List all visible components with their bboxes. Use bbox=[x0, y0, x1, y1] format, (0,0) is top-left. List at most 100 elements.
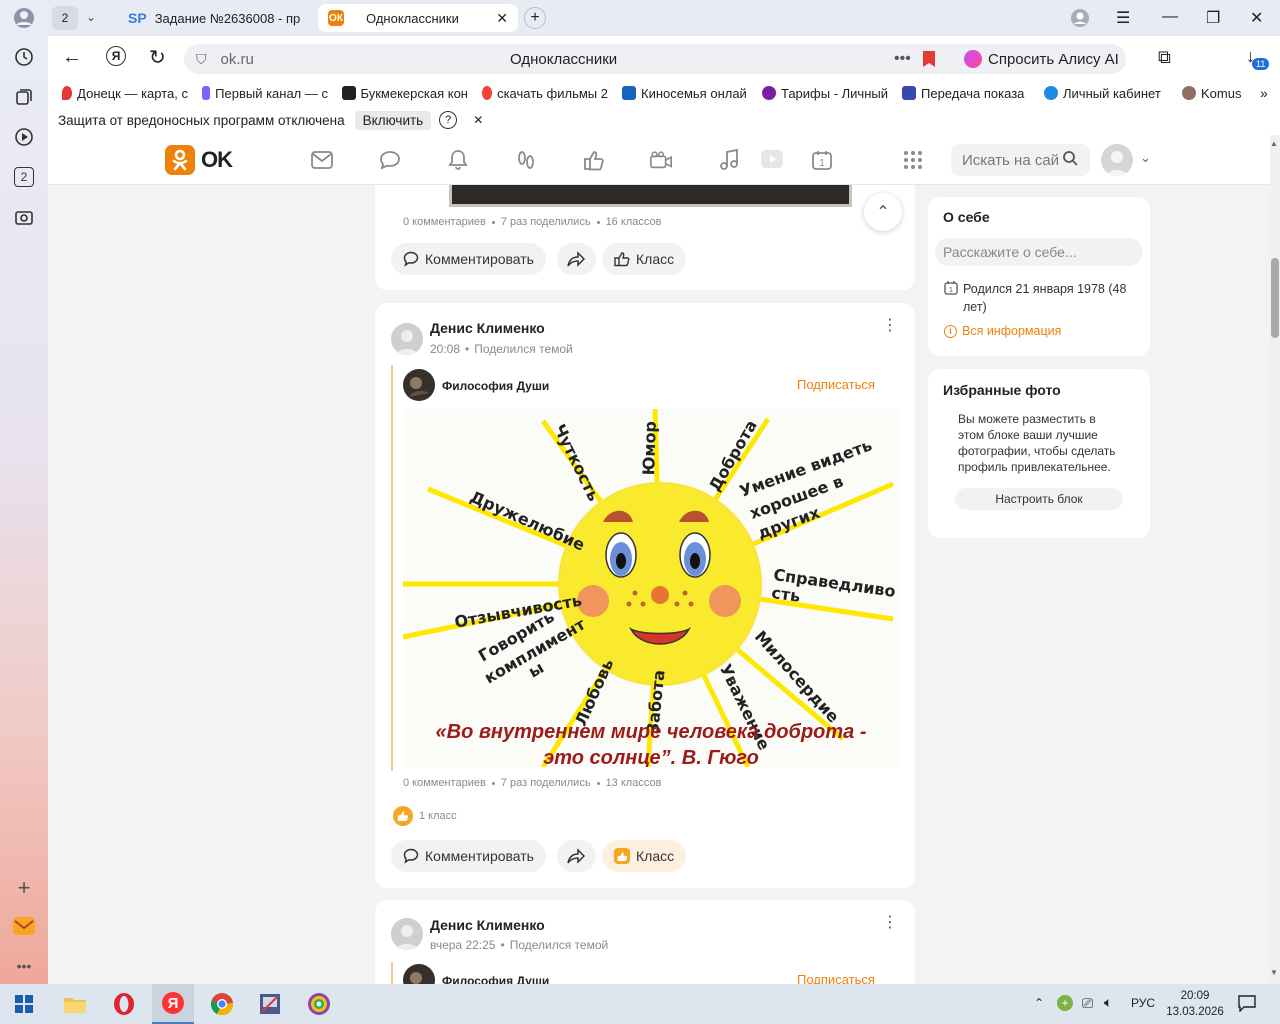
history-icon[interactable] bbox=[12, 45, 36, 69]
chat-icon[interactable] bbox=[378, 148, 402, 172]
post-menu-icon[interactable]: ⋮ bbox=[882, 318, 898, 334]
tab-zadanie[interactable]: SP Задание №2636008 - про bbox=[118, 4, 310, 32]
restore-icon[interactable]: ❐ bbox=[1206, 8, 1220, 28]
tabs-dropdown-icon[interactable]: ⌄ bbox=[86, 10, 96, 24]
account-icon[interactable] bbox=[1070, 8, 1090, 33]
share-indicator bbox=[391, 962, 393, 984]
scroll-up-button[interactable]: ⌃ bbox=[864, 193, 902, 231]
bookmark-item[interactable]: Личный кабинет bbox=[1044, 86, 1168, 101]
bookmark-item[interactable]: Тарифы - Личный bbox=[762, 86, 888, 101]
bookmark-item[interactable]: Киносемья онлай bbox=[622, 86, 748, 101]
bell-icon[interactable] bbox=[446, 148, 470, 172]
scrollbar-thumb[interactable] bbox=[1271, 258, 1279, 338]
author-name[interactable]: Денис Клименко bbox=[430, 917, 545, 933]
mail-app-icon[interactable] bbox=[12, 914, 36, 938]
tab-odnoklassniki[interactable]: ОК Одноклассники ✕ bbox=[318, 4, 518, 32]
tray-expand-icon[interactable]: ⌃ bbox=[1034, 996, 1044, 1010]
likes-summary[interactable]: 1 класс bbox=[393, 806, 457, 826]
group-name[interactable]: Философия Души bbox=[442, 379, 549, 393]
group-avatar[interactable] bbox=[403, 369, 435, 401]
minimize-icon[interactable]: — bbox=[1162, 8, 1178, 26]
author-avatar[interactable] bbox=[391, 918, 423, 950]
bookmark-item[interactable]: Передача показа bbox=[902, 86, 1030, 101]
notifications-icon[interactable] bbox=[1238, 994, 1256, 1015]
user-avatar[interactable] bbox=[1101, 144, 1133, 176]
apps-icon[interactable] bbox=[901, 148, 925, 172]
about-input[interactable]: Расскажите о себе... bbox=[935, 238, 1143, 266]
more-icon[interactable]: ••• bbox=[12, 954, 36, 978]
app-icon[interactable] bbox=[256, 990, 284, 1018]
share-button[interactable] bbox=[557, 243, 596, 275]
photo-app-icon[interactable] bbox=[305, 990, 333, 1018]
post-menu-icon[interactable]: ⋮ bbox=[882, 915, 898, 931]
group-name[interactable]: Философия Души bbox=[442, 974, 549, 984]
bookmark-item[interactable]: Komus bbox=[1182, 86, 1244, 101]
close-tab-icon[interactable]: ✕ bbox=[496, 10, 508, 27]
language-indicator[interactable]: РУС bbox=[1131, 996, 1155, 1010]
yandex-browser-icon[interactable]: Я bbox=[152, 984, 194, 1024]
start-icon[interactable] bbox=[10, 990, 38, 1018]
menu-icon[interactable]: ☰ bbox=[1116, 8, 1130, 28]
ok-logo[interactable]: OK bbox=[165, 145, 233, 175]
all-info-link[interactable]: i Вся информация bbox=[944, 324, 1061, 338]
enable-protection-button[interactable]: Включить bbox=[354, 110, 432, 130]
collections-icon[interactable] bbox=[12, 85, 36, 109]
mail-icon[interactable] bbox=[310, 148, 334, 172]
like-button[interactable]: Класс bbox=[602, 840, 687, 872]
screenshot-icon[interactable] bbox=[12, 205, 36, 229]
yandex-icon[interactable]: Я bbox=[106, 46, 126, 66]
translate-icon[interactable]: ⧉ bbox=[1158, 47, 1171, 68]
ok-search-input[interactable]: Искать на сай bbox=[951, 144, 1090, 176]
guests-icon[interactable] bbox=[514, 148, 538, 172]
more-bookmarks-icon[interactable]: » bbox=[1260, 85, 1268, 101]
sidebar-count-icon[interactable]: 2 bbox=[12, 165, 36, 189]
like-button[interactable]: Класс bbox=[602, 243, 687, 275]
page-scrollbar[interactable]: ▲ ▼ bbox=[1270, 135, 1280, 984]
bookmark-icon[interactable] bbox=[922, 50, 936, 71]
explorer-icon[interactable] bbox=[61, 990, 89, 1018]
bookmark-item[interactable]: Донецк — карта, с bbox=[62, 86, 188, 101]
tab-count[interactable]: 2 bbox=[52, 6, 78, 30]
configure-block-button[interactable]: Настроить блок bbox=[955, 488, 1123, 510]
ask-alice-button[interactable]: Спросить Алису AI bbox=[954, 44, 1126, 74]
subscribe-button[interactable]: Подписаться bbox=[797, 972, 875, 984]
reload-icon[interactable]: ↻ bbox=[149, 45, 166, 70]
bookmark-item[interactable]: Первый канал — с bbox=[202, 86, 328, 101]
close-protection-icon[interactable]: ✕ bbox=[473, 113, 483, 127]
chevron-down-icon[interactable]: ⌄ bbox=[1140, 150, 1151, 166]
opera-icon[interactable] bbox=[110, 990, 138, 1018]
add-icon[interactable]: + bbox=[12, 875, 36, 900]
post-image[interactable]: Чуткость Юмор Доброта Умение видеть хоро… bbox=[403, 409, 899, 767]
bookmark-item[interactable]: Букмекерская кон bbox=[342, 86, 468, 101]
network-icon[interactable]: ⎚ bbox=[1082, 995, 1093, 1012]
comment-button[interactable]: Комментировать bbox=[391, 840, 546, 872]
calendar-icon[interactable]: 1 bbox=[810, 148, 834, 172]
bookmark-item[interactable]: скачать фильмы 2 bbox=[482, 86, 608, 101]
quote-line: «Во внутреннем мире человека доброта - bbox=[435, 721, 867, 743]
close-window-icon[interactable]: ✕ bbox=[1250, 8, 1263, 28]
new-tab-button[interactable]: + bbox=[524, 7, 546, 29]
author-name[interactable]: Денис Клименко bbox=[430, 320, 545, 336]
subscribe-button[interactable]: Подписаться bbox=[797, 377, 875, 392]
video-play-icon[interactable] bbox=[760, 147, 784, 171]
volume-icon[interactable]: 🔈︎ bbox=[1104, 994, 1112, 1011]
chrome-icon[interactable] bbox=[208, 990, 236, 1018]
scroll-up-arrow[interactable]: ▲ bbox=[1270, 139, 1278, 148]
play-icon[interactable] bbox=[12, 125, 36, 149]
share-button[interactable] bbox=[557, 840, 596, 872]
search-icon[interactable] bbox=[1063, 150, 1078, 170]
like-icon[interactable] bbox=[582, 148, 606, 172]
url-field[interactable]: ⛉ ok.ru Одноклассники ••• bbox=[184, 44, 998, 74]
back-icon[interactable]: ← bbox=[62, 46, 82, 69]
scroll-down-arrow[interactable]: ▼ bbox=[1270, 968, 1278, 977]
music-icon[interactable] bbox=[717, 148, 741, 172]
help-icon[interactable]: ? bbox=[439, 111, 458, 129]
clock[interactable]: 20:09 13.03.2026 bbox=[1166, 988, 1224, 1020]
author-avatar[interactable] bbox=[391, 323, 423, 355]
comment-button[interactable]: Комментировать bbox=[391, 243, 546, 275]
more-options-icon[interactable]: ••• bbox=[894, 50, 911, 68]
video-icon[interactable] bbox=[649, 148, 673, 172]
profile-icon[interactable] bbox=[12, 6, 36, 30]
group-avatar[interactable] bbox=[403, 964, 435, 984]
tray-app-icon[interactable]: + bbox=[1057, 995, 1073, 1011]
